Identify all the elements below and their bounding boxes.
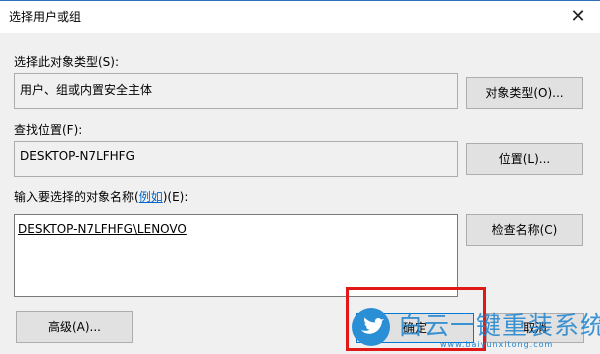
object-names-label: 输入要选择的对象名称(例如)(E): bbox=[14, 188, 188, 205]
object-types-button[interactable]: 对象类型(O)... bbox=[466, 77, 583, 109]
title-bar: 选择用户或组 ✕ bbox=[0, 1, 600, 33]
object-names-label-suffix: )(E): bbox=[162, 190, 189, 204]
examples-link[interactable]: 例如 bbox=[139, 190, 163, 204]
bird-icon-graphic bbox=[361, 317, 384, 334]
bird-icon bbox=[352, 308, 390, 346]
object-type-field: 用户、组或内置安全主体 bbox=[14, 73, 458, 109]
locations-button[interactable]: 位置(L)... bbox=[466, 143, 583, 175]
close-icon[interactable]: ✕ bbox=[556, 1, 600, 33]
watermark-url: www.baiyunxitong.com bbox=[440, 340, 554, 349]
advanced-button[interactable]: 高级(A)... bbox=[16, 311, 133, 343]
location-label: 查找位置(F): bbox=[14, 123, 83, 137]
object-names-label-prefix: 输入要选择的对象名称( bbox=[14, 190, 139, 204]
location-field: DESKTOP-N7LFHFG bbox=[14, 141, 458, 177]
object-type-label: 选择此对象类型(S): bbox=[14, 55, 120, 69]
object-names-input[interactable]: DESKTOP-N7LFHFG\LENOVO bbox=[14, 214, 458, 297]
dialog-title: 选择用户或组 bbox=[9, 10, 82, 24]
watermark-text: 白云一键重装系统 bbox=[398, 311, 600, 340]
check-names-button[interactable]: 检查名称(C) bbox=[466, 214, 583, 246]
select-users-dialog: 选择用户或组 ✕ 选择此对象类型(S): 用户、组或内置安全主体 对象类型(O)… bbox=[0, 0, 600, 354]
watermark: 白云一键重装系统 www.baiyunxitong.com bbox=[352, 304, 600, 352]
